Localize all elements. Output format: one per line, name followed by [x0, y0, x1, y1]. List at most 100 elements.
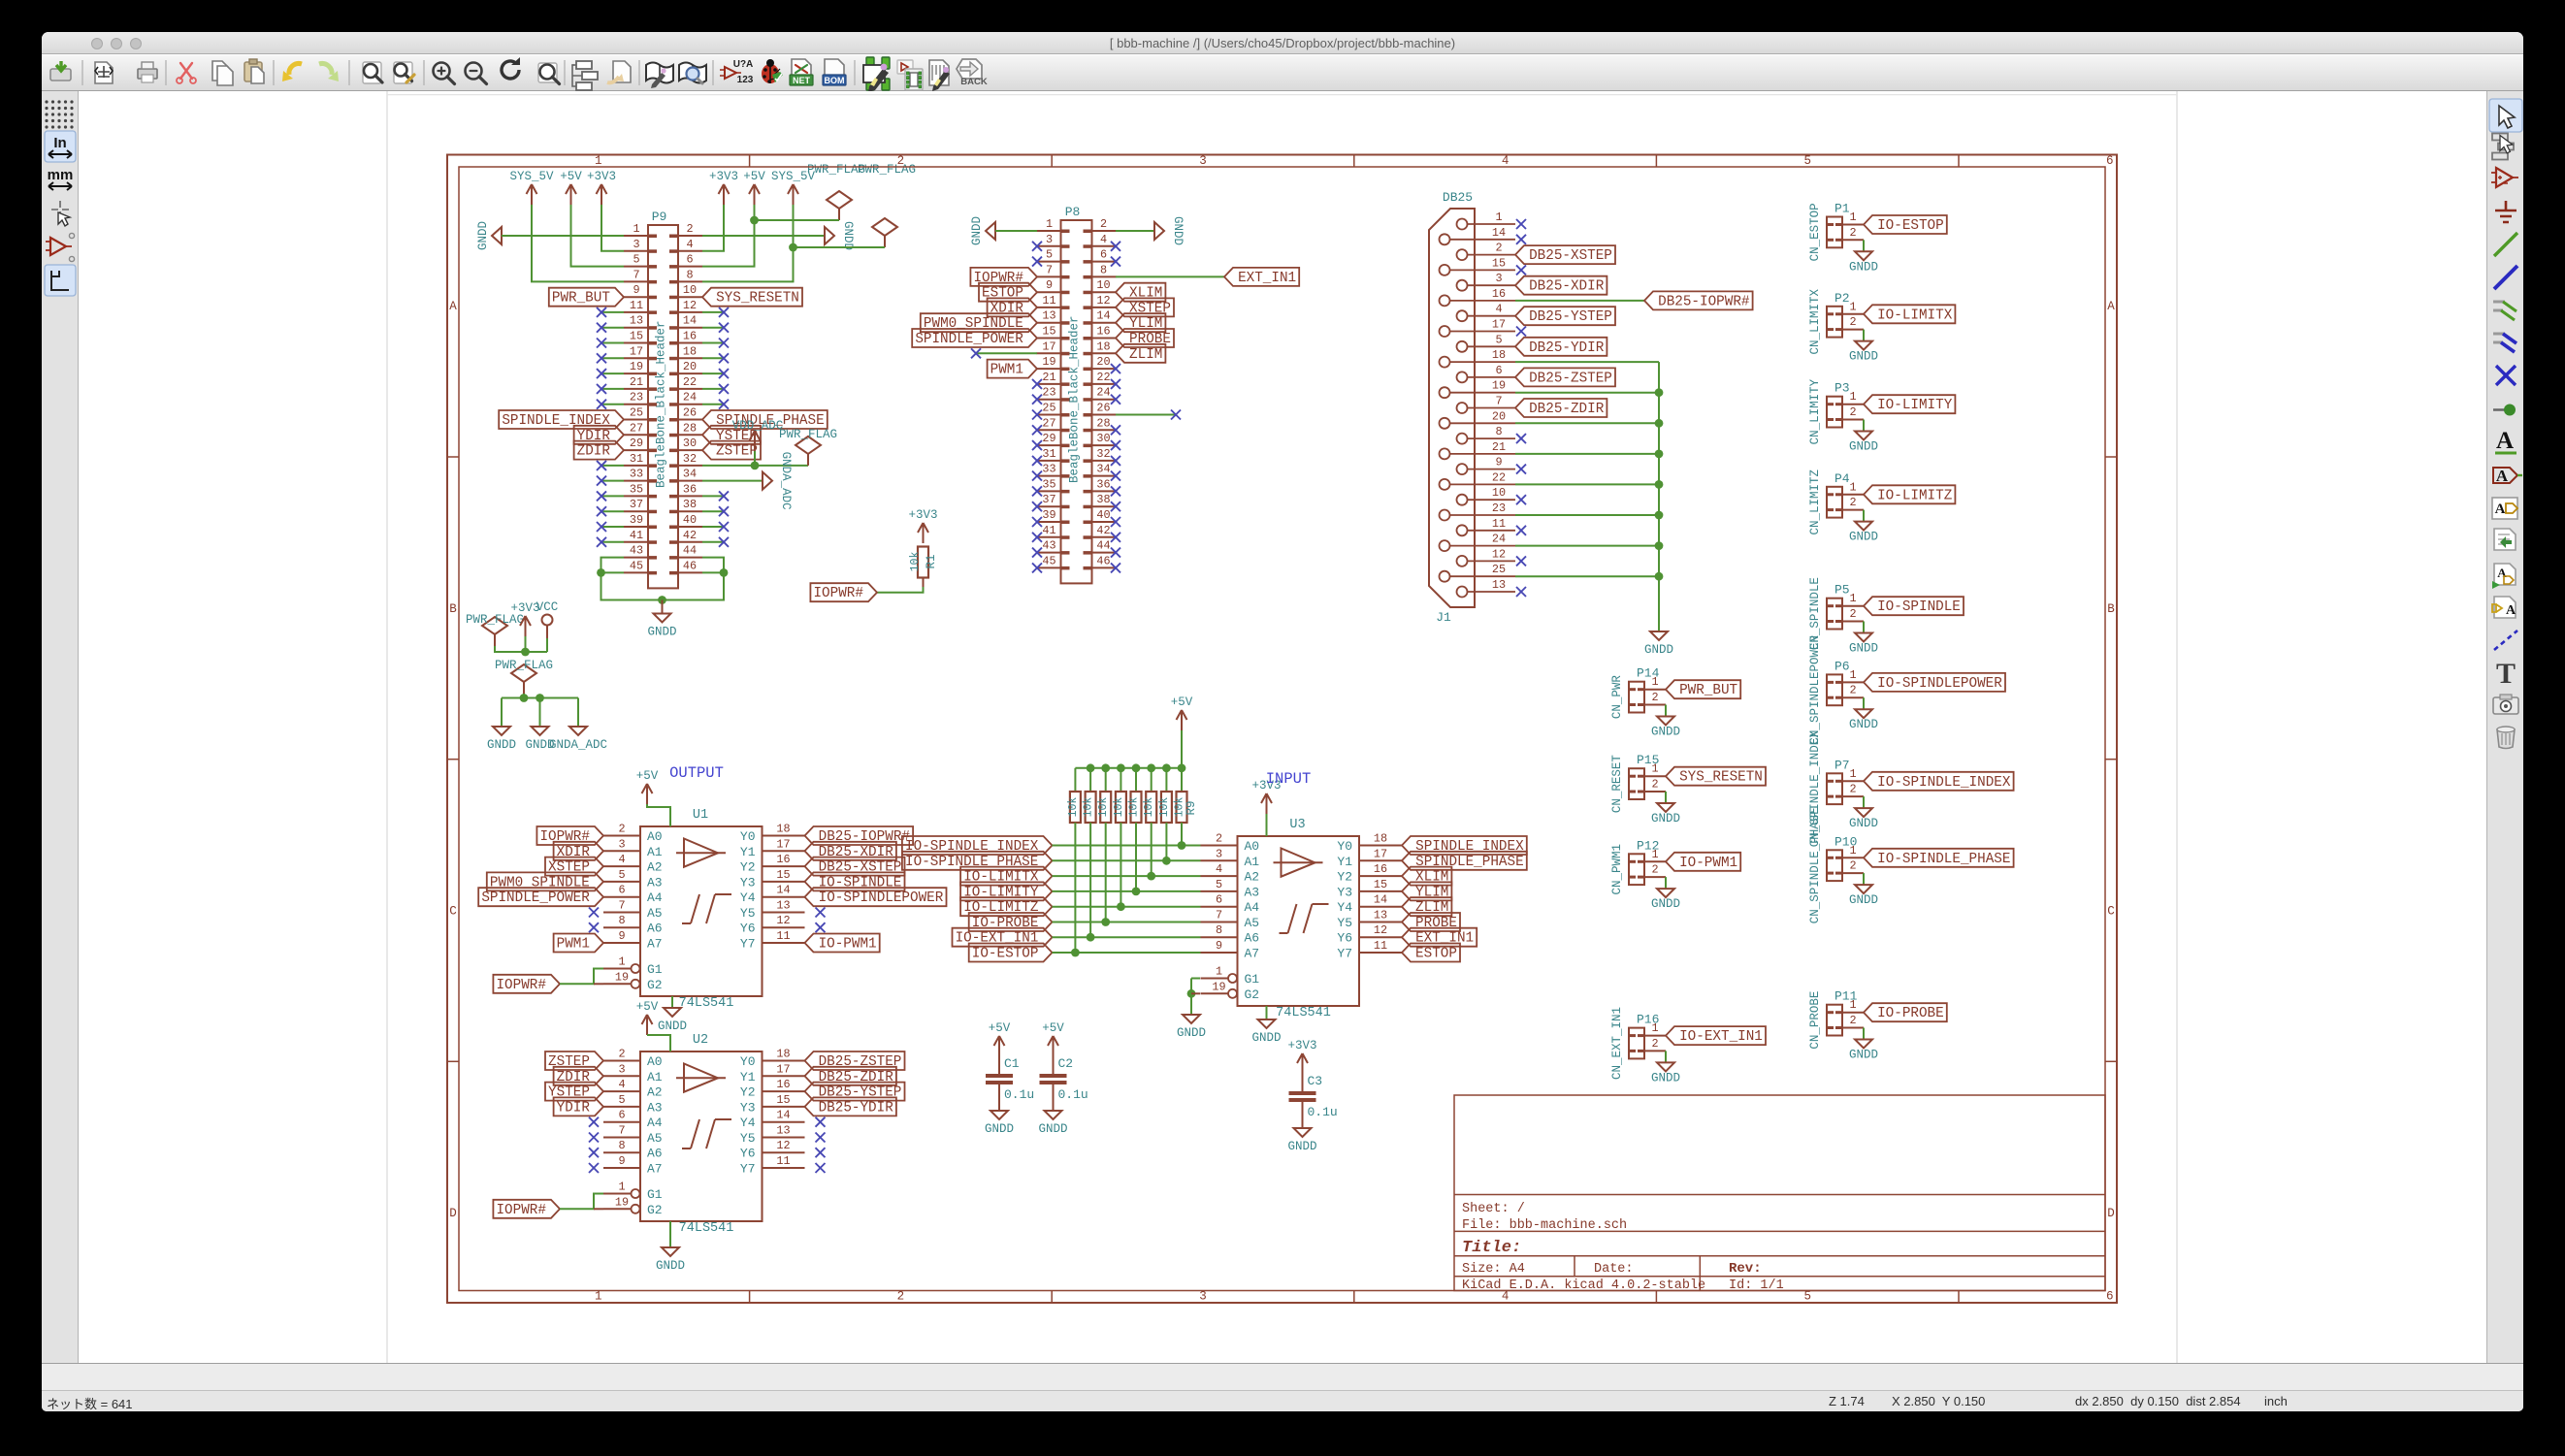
svg-text:38: 38: [1096, 493, 1110, 506]
svg-text:3: 3: [618, 837, 625, 851]
svg-text:13: 13: [1492, 578, 1506, 592]
svg-text:24: 24: [683, 391, 697, 404]
svg-text:P11: P11: [1834, 989, 1858, 1004]
svg-text:2: 2: [1849, 783, 1856, 796]
svg-text:18: 18: [1096, 340, 1110, 353]
svg-text:23: 23: [1492, 502, 1506, 515]
svg-text:GNDD: GNDD: [1849, 350, 1878, 364]
svg-text:PWR_BUT: PWR_BUT: [552, 291, 610, 307]
svg-text:28: 28: [1096, 416, 1110, 430]
svg-text:D: D: [2107, 1207, 2115, 1220]
svg-text:Rev:: Rev:: [1729, 1261, 1762, 1277]
svg-text:GNDD: GNDD: [985, 1122, 1014, 1136]
svg-text:A1: A1: [1245, 855, 1260, 869]
svg-text:20: 20: [1492, 409, 1506, 423]
svg-text:G2: G2: [647, 978, 663, 992]
svg-text:Y5: Y5: [740, 1131, 756, 1146]
svg-text:2: 2: [1651, 863, 1658, 877]
svg-text:3: 3: [1046, 233, 1053, 246]
svg-text:Id: 1/1: Id: 1/1: [1729, 1278, 1784, 1293]
svg-text:A0: A0: [647, 1054, 663, 1069]
svg-text:15: 15: [1042, 325, 1055, 339]
svg-text:11: 11: [1042, 294, 1055, 307]
svg-text:+5V: +5V: [743, 170, 765, 183]
svg-text:2: 2: [1100, 217, 1107, 231]
svg-text:12: 12: [1096, 294, 1110, 307]
svg-text:DB25-YDIR: DB25-YDIR: [819, 1100, 894, 1116]
svg-text:37: 37: [630, 498, 643, 511]
svg-text:P3: P3: [1834, 381, 1850, 396]
svg-text:27: 27: [1042, 416, 1055, 430]
svg-text:DB25-ZDIR: DB25-ZDIR: [1529, 402, 1605, 417]
svg-text:A5: A5: [1245, 916, 1260, 930]
svg-text:GNDD: GNDD: [1251, 1031, 1281, 1045]
svg-text:EXT_IN1: EXT_IN1: [1238, 271, 1296, 286]
svg-text:A3: A3: [647, 1100, 663, 1115]
svg-text:OUTPUT: OUTPUT: [669, 764, 724, 782]
svg-text:12: 12: [1492, 547, 1506, 561]
svg-text:38: 38: [683, 498, 697, 511]
svg-text:1: 1: [618, 1181, 625, 1194]
svg-text:GNDD: GNDD: [841, 221, 855, 250]
svg-text:A7: A7: [647, 937, 663, 952]
svg-text:22: 22: [683, 375, 697, 389]
svg-text:74LS541: 74LS541: [679, 996, 734, 1011]
svg-text:36: 36: [683, 482, 697, 496]
svg-text:9: 9: [618, 1154, 625, 1168]
svg-text:Y1: Y1: [740, 1070, 756, 1084]
svg-text:KiCad E.D.A. kicad 4.0.2-stab: KiCad E.D.A. kicad 4.0.2-stable: [1462, 1278, 1705, 1293]
svg-text:7: 7: [633, 268, 639, 281]
svg-text:18: 18: [776, 823, 790, 836]
svg-text:17: 17: [1042, 340, 1055, 353]
svg-text:A: A: [2506, 603, 2516, 618]
svg-text:DB25-IOPWR#: DB25-IOPWR#: [1658, 294, 1750, 309]
svg-text:19: 19: [1492, 379, 1506, 393]
svg-text:GNDD: GNDD: [1651, 897, 1680, 911]
svg-text:4: 4: [686, 238, 693, 251]
svg-text:8: 8: [1495, 425, 1502, 438]
svg-text:T: T: [2496, 658, 2516, 690]
svg-text:28: 28: [683, 421, 697, 435]
svg-text:Size: A4: Size: A4: [1462, 1262, 1525, 1277]
svg-text:A6: A6: [1245, 931, 1260, 946]
svg-text:13: 13: [776, 1124, 790, 1138]
svg-text:16: 16: [1492, 287, 1506, 301]
svg-text:CN_ESTOP: CN_ESTOP: [1808, 203, 1822, 261]
svg-text:GNDA_ADC: GNDA_ADC: [549, 738, 607, 752]
svg-text:A2: A2: [647, 1085, 663, 1100]
svg-text:26: 26: [1096, 402, 1110, 415]
svg-text:BACK: BACK: [960, 77, 988, 87]
svg-text:IO-ESTOP: IO-ESTOP: [972, 947, 1039, 962]
svg-text:15: 15: [776, 868, 790, 882]
svg-text:CN_RESET: CN_RESET: [1610, 755, 1624, 814]
svg-text:U2: U2: [693, 1033, 708, 1048]
svg-text:31: 31: [630, 452, 643, 466]
svg-text:+3V3: +3V3: [709, 170, 738, 183]
svg-text:2: 2: [1849, 684, 1856, 697]
svg-text:9: 9: [633, 283, 639, 297]
svg-text:P15: P15: [1637, 753, 1659, 767]
svg-text:43: 43: [1042, 539, 1055, 553]
svg-text:VCC: VCC: [536, 600, 559, 614]
svg-text:+5V: +5V: [636, 769, 659, 783]
svg-text:10k: 10k: [1097, 797, 1110, 818]
svg-text:1: 1: [1849, 210, 1856, 224]
svg-text:+3V3: +3V3: [587, 170, 616, 183]
svg-text:25: 25: [1042, 402, 1055, 415]
svg-text:A: A: [2495, 502, 2506, 517]
svg-text:14: 14: [1374, 893, 1387, 907]
svg-text:8: 8: [1100, 263, 1107, 276]
svg-text:41: 41: [1042, 524, 1055, 537]
svg-text:+3V3: +3V3: [1287, 1039, 1316, 1052]
svg-text:16: 16: [1096, 325, 1110, 339]
svg-text:14: 14: [776, 884, 790, 897]
svg-text:Y2: Y2: [1337, 870, 1352, 885]
svg-text:14: 14: [776, 1109, 790, 1122]
svg-text:39: 39: [630, 513, 643, 527]
svg-text:BOM: BOM: [825, 76, 845, 85]
svg-text:+3V3: +3V3: [908, 508, 937, 522]
svg-text:40: 40: [1096, 508, 1110, 522]
svg-text:P2: P2: [1834, 291, 1850, 306]
svg-text:A1: A1: [647, 845, 663, 859]
svg-text:24: 24: [1096, 386, 1110, 400]
